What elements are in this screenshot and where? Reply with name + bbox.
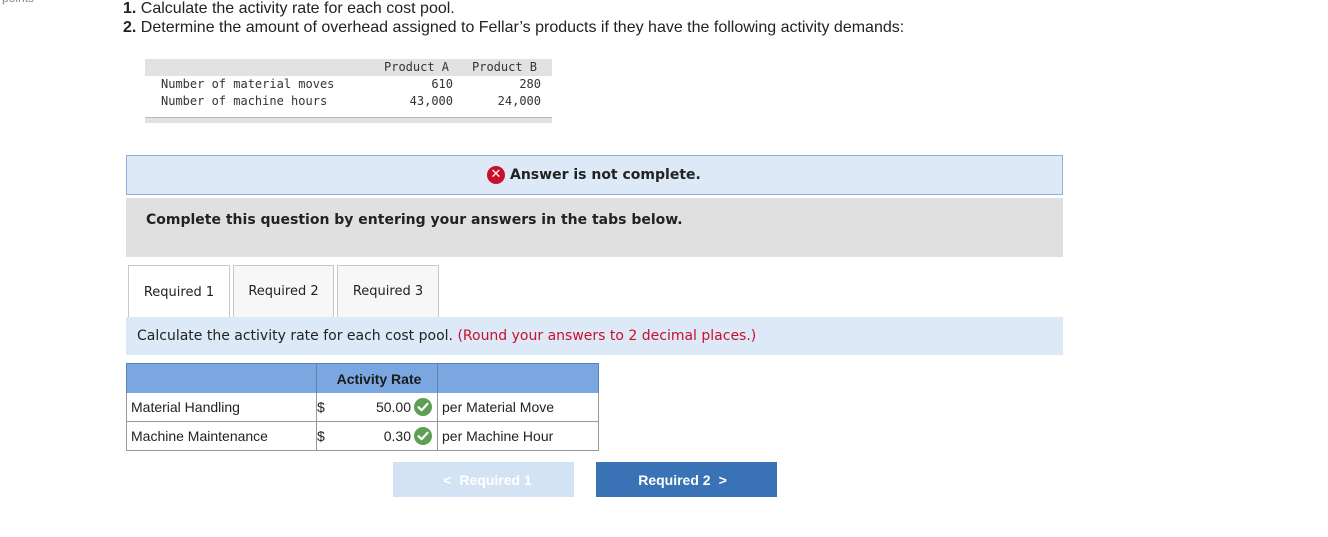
row-unit: per Machine Hour xyxy=(442,428,554,444)
banner-text: Answer is not complete. xyxy=(510,167,701,183)
activity-rate-input[interactable]: 50.00 xyxy=(327,399,411,415)
rounding-note: (Round your answers to 2 decimal places.… xyxy=(457,328,757,344)
instruction-bar: Complete this question by entering your … xyxy=(126,198,1063,257)
row-unit: per Material Move xyxy=(442,399,555,415)
header-product-a: Product A xyxy=(384,60,450,74)
row-value-b: 280 xyxy=(519,77,541,91)
question-text-1: Calculate the activity rate for each cos… xyxy=(140,0,455,17)
tab-required-3[interactable]: Required 3 xyxy=(337,265,439,317)
chevron-left-icon: < xyxy=(443,471,452,488)
header-product-b: Product B xyxy=(472,60,538,74)
tab-required-2[interactable]: Required 2 xyxy=(233,265,334,317)
question-line-1: 1. Calculate the activity rate for each … xyxy=(123,0,455,18)
currency-symbol: $ xyxy=(317,399,325,415)
sub-instruction-bar: Calculate the activity rate for each cos… xyxy=(126,317,1063,355)
check-icon xyxy=(414,427,432,445)
tab-label: Required 1 xyxy=(143,284,215,300)
prev-required-button[interactable]: < Required 1 xyxy=(393,462,574,497)
next-required-button[interactable]: Required 2 > xyxy=(596,462,777,497)
row-value-a: 43,000 xyxy=(409,94,453,108)
points-label: points xyxy=(2,0,34,5)
row-value-a: 610 xyxy=(431,77,453,91)
status-banner: ✕ Answer is not complete. xyxy=(126,155,1063,195)
question-text-2: Determine the amount of overhead assigne… xyxy=(140,19,905,36)
table-row: Number of material moves 610 280 xyxy=(145,76,552,93)
sub-instruction-text: Calculate the activity rate for each cos… xyxy=(137,328,453,344)
table-row: Machine Maintenance $ 0.30 per Machine H… xyxy=(126,422,599,451)
activity-rate-input[interactable]: 0.30 xyxy=(327,428,411,444)
chevron-right-icon: > xyxy=(718,471,727,488)
demand-table-header: Product A Product B xyxy=(145,59,552,76)
row-name: Material Handling xyxy=(131,399,240,415)
tab-required-1[interactable]: Required 1 xyxy=(128,265,230,318)
check-icon xyxy=(414,398,432,416)
table-row: Material Handling $ 50.00 per Material M… xyxy=(126,393,599,422)
prev-button-label: Required 1 xyxy=(459,471,532,488)
tab-label: Required 3 xyxy=(352,284,424,299)
row-label: Number of machine hours xyxy=(161,94,328,108)
demand-table-footer xyxy=(145,117,552,123)
answer-table-header: Activity Rate xyxy=(126,363,599,394)
x-circle-icon: ✕ xyxy=(487,166,505,184)
activity-rate-header: Activity Rate xyxy=(336,371,422,387)
tab-label: Required 2 xyxy=(248,284,319,299)
table-row: Number of machine hours 43,000 24,000 xyxy=(145,93,552,110)
question-line-2: 2. Determine the amount of overhead assi… xyxy=(123,19,904,37)
row-name: Machine Maintenance xyxy=(131,428,268,444)
next-button-label: Required 2 xyxy=(638,471,711,488)
instruction-text: Complete this question by entering your … xyxy=(146,212,683,228)
question-number-2: 2. xyxy=(123,19,137,36)
row-value-b: 24,000 xyxy=(497,94,541,108)
row-label: Number of material moves xyxy=(161,77,335,91)
currency-symbol: $ xyxy=(317,428,325,444)
question-number-1: 1. xyxy=(123,0,137,17)
